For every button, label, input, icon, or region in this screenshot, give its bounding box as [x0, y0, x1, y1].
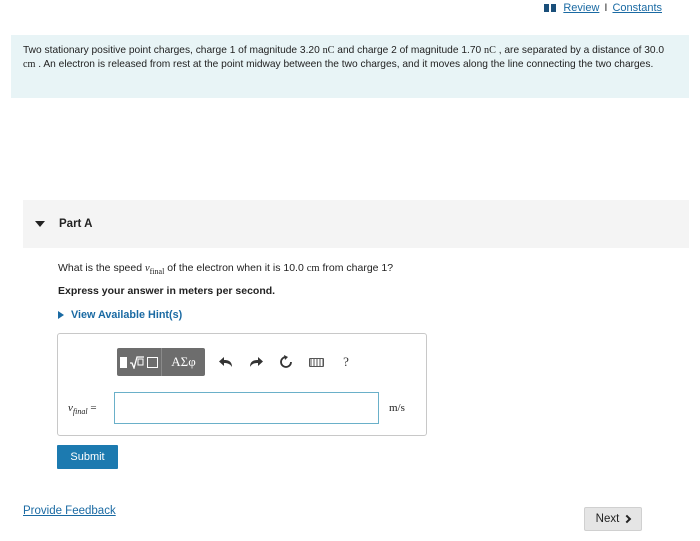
top-links: Review I Constants: [544, 2, 662, 14]
answer-unit: m/s: [389, 402, 405, 414]
unit-nc: nC: [484, 45, 496, 56]
part-a-header[interactable]: Part A: [23, 200, 689, 248]
answer-input[interactable]: [114, 392, 379, 424]
answer-variable-label: vfinal =: [68, 402, 97, 416]
templates-icon: [120, 355, 158, 369]
answer-row: vfinal = m/s: [58, 392, 426, 424]
link-separator: I: [604, 2, 608, 14]
unit-nc: nC: [322, 45, 335, 56]
constants-link[interactable]: Constants: [612, 2, 662, 14]
undo-icon: [219, 357, 232, 367]
question-part: What is the speed: [58, 262, 145, 274]
hint-caret-icon: [58, 311, 64, 319]
chevron-right-icon: [623, 514, 632, 524]
equals-sign: =: [90, 402, 97, 414]
answer-box: ΑΣφ ? vfinal = m/s: [57, 333, 427, 436]
question-part: of the electron when it is 10.0: [164, 262, 307, 274]
next-button[interactable]: Next: [584, 507, 642, 531]
problem-text: , are separated by a distance of 30.0: [495, 45, 665, 56]
reset-button[interactable]: [271, 348, 301, 376]
book-icon: [544, 4, 557, 12]
express-instruction: Express your answer in meters per second…: [58, 285, 276, 297]
var-sub: final: [72, 407, 88, 417]
hint-label: View Available Hint(s): [71, 309, 183, 321]
next-label: Next: [595, 513, 620, 525]
review-link[interactable]: Review: [563, 2, 599, 14]
unit-cm: cm: [306, 263, 320, 274]
part-title: Part A: [59, 218, 93, 230]
help-button[interactable]: ?: [331, 348, 361, 376]
question-text: What is the speed vfinal of the electron…: [58, 262, 393, 276]
unit-cm: cm: [23, 58, 36, 70]
problem-text: and charge 2 of magnitude 1.70: [334, 45, 484, 56]
submit-button[interactable]: Submit: [57, 445, 118, 469]
greek-symbols-button[interactable]: ΑΣφ: [161, 348, 205, 376]
redo-icon: [250, 357, 263, 367]
keyboard-button[interactable]: [301, 348, 331, 376]
collapse-caret-icon[interactable]: [35, 221, 45, 227]
variable-sub: final: [149, 267, 165, 277]
reset-icon: [280, 355, 292, 368]
undo-button[interactable]: [211, 348, 241, 376]
question-part: from charge 1?: [319, 262, 394, 274]
templates-button[interactable]: [117, 348, 161, 376]
provide-feedback-link[interactable]: Provide Feedback: [23, 505, 116, 517]
problem-statement: Two stationary positive point charges, c…: [11, 35, 689, 98]
toolbar-group: ΑΣφ: [117, 348, 205, 376]
keyboard-icon: [308, 357, 324, 367]
problem-text: Two stationary positive point charges, c…: [23, 45, 323, 56]
math-toolbar: ΑΣφ ?: [117, 348, 361, 376]
view-hints-toggle[interactable]: View Available Hint(s): [58, 309, 182, 321]
redo-button[interactable]: [241, 348, 271, 376]
problem-text: . An electron is released from rest at t…: [35, 58, 654, 70]
